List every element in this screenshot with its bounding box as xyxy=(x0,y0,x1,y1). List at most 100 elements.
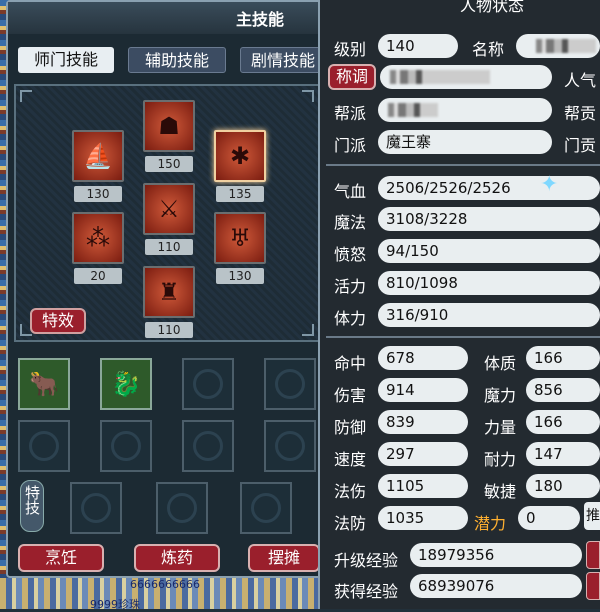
skill-mask-icon[interactable]: ♅ xyxy=(214,212,266,264)
slot-bull-skill-icon[interactable]: 🐂 xyxy=(18,358,70,410)
strength-value: 166 xyxy=(526,410,600,434)
empty-slot[interactable] xyxy=(182,358,234,410)
mp-label: 魔法 xyxy=(334,213,367,232)
level-value: 140 xyxy=(378,34,458,58)
faction-value-blurred xyxy=(378,98,552,122)
spell-defense-value: 1035 xyxy=(378,506,468,530)
empty-slot-emblem-icon xyxy=(193,369,223,399)
background-text-2: 9999珍珠 xyxy=(90,598,140,611)
strength-label: 力量 xyxy=(484,418,517,437)
constitution-value: 166 xyxy=(526,346,600,370)
empty-slot-emblem-icon xyxy=(275,431,305,461)
crystal-icon[interactable]: ✦ xyxy=(540,172,558,197)
cooking-button[interactable]: 烹饪 xyxy=(18,544,104,572)
title-value-blurred xyxy=(380,65,552,89)
anger-label: 愤怒 xyxy=(334,245,367,264)
tab-story-skills[interactable]: 剧情技能 xyxy=(240,47,326,73)
potential-label: 潜力 xyxy=(474,514,507,533)
endurance-label: 耐力 xyxy=(484,450,517,469)
potential-value: 0 xyxy=(518,506,580,530)
popularity-label: 人气 xyxy=(564,71,597,90)
potential-button[interactable]: 推 xyxy=(584,502,600,530)
hit-label: 命中 xyxy=(334,354,367,373)
level-label: 级别 xyxy=(334,40,367,59)
hit-value: 678 xyxy=(378,346,468,370)
damage-label: 伤害 xyxy=(334,386,367,405)
blurred-text xyxy=(536,39,596,53)
empty-slot-emblem-icon xyxy=(275,369,305,399)
alchemy-button[interactable]: 炼药 xyxy=(134,544,220,572)
tab-school-skills[interactable]: 师门技能 xyxy=(18,47,114,73)
stall-button[interactable]: 摆摊 xyxy=(248,544,320,572)
skill-ship-icon[interactable]: ⛵ xyxy=(72,130,124,182)
empty-slot-emblem-icon xyxy=(251,493,281,523)
spell-defense-label: 法防 xyxy=(334,514,367,533)
skill-demon-body-icon[interactable]: ♜ xyxy=(143,266,195,318)
upgrade-button[interactable] xyxy=(586,541,600,569)
vitality-value: 810/1098 xyxy=(378,271,600,295)
skill-level: 20 xyxy=(74,268,122,284)
empty-slot[interactable] xyxy=(264,420,316,472)
status-panel-title: 人物状态 xyxy=(460,0,525,15)
divider xyxy=(326,336,600,338)
background-text: 6666666666 xyxy=(130,578,200,591)
school-value: 魔王寨 xyxy=(378,130,552,154)
speed-value: 297 xyxy=(378,442,468,466)
skill-level: 110 xyxy=(145,239,193,255)
slot-beast-skill-icon[interactable]: 🐉 xyxy=(100,358,152,410)
frame-corner xyxy=(302,90,314,102)
gained-exp-value: 68939076 xyxy=(410,574,582,598)
empty-slot-emblem-icon xyxy=(111,431,141,461)
skill-level: 150 xyxy=(145,156,193,172)
skill-level: 130 xyxy=(216,268,264,284)
frame-corner xyxy=(302,324,314,336)
effect-button[interactable]: 特效 xyxy=(30,308,86,334)
contribution-label: 帮贡 xyxy=(564,104,597,123)
magic-power-value: 856 xyxy=(526,378,600,402)
upgrade-exp-value: 18979356 xyxy=(410,543,582,567)
defense-value: 839 xyxy=(378,410,468,434)
skill-level: 135 xyxy=(216,186,264,202)
vitality-label: 活力 xyxy=(334,277,367,296)
special-skill-label: 特技 xyxy=(20,480,44,532)
gained-exp-label: 获得经验 xyxy=(334,582,399,601)
blurred-text xyxy=(388,103,438,117)
special-skill-label-text: 特技 xyxy=(23,485,41,515)
skill-level: 110 xyxy=(145,322,193,338)
hp-value: 2506/2526/2526 xyxy=(378,176,600,200)
speed-label: 速度 xyxy=(334,450,367,469)
empty-slot[interactable] xyxy=(264,358,316,410)
agility-label: 敏捷 xyxy=(484,482,517,501)
special-skill-slot[interactable] xyxy=(70,482,122,534)
school-label: 门派 xyxy=(334,136,367,155)
divider xyxy=(326,164,600,166)
hp-label: 气血 xyxy=(334,182,367,201)
defense-label: 防御 xyxy=(334,418,367,437)
skill-demon-face-icon[interactable]: ☗ xyxy=(143,100,195,152)
blurred-text xyxy=(390,70,490,84)
empty-slot[interactable] xyxy=(182,420,234,472)
spell-damage-label: 法伤 xyxy=(334,482,367,501)
empty-slot[interactable] xyxy=(18,420,70,472)
empty-slot[interactable] xyxy=(100,420,152,472)
skill-slash-icon[interactable]: ⚔ xyxy=(143,183,195,235)
title-button[interactable]: 称调 xyxy=(328,64,376,90)
damage-value: 914 xyxy=(378,378,468,402)
stamina-label: 体力 xyxy=(334,309,367,328)
spell-damage-value: 1105 xyxy=(378,474,468,498)
skill-panel-title: 主技能 xyxy=(236,10,285,29)
agility-value: 180 xyxy=(526,474,600,498)
faction-label: 帮派 xyxy=(334,104,367,123)
magic-power-label: 魔力 xyxy=(484,386,517,405)
empty-slot-emblem-icon xyxy=(81,493,111,523)
upgrade-exp-label: 升级经验 xyxy=(334,551,399,570)
stamina-value: 316/910 xyxy=(378,303,600,327)
exp-convert-button[interactable] xyxy=(586,572,600,600)
skill-bugs-icon[interactable]: ⁂ xyxy=(72,212,124,264)
empty-slot-emblem-icon xyxy=(193,431,223,461)
tab-auxiliary-skills[interactable]: 辅助技能 xyxy=(128,47,226,73)
special-skill-slot[interactable] xyxy=(156,482,208,534)
skill-spider-icon[interactable]: ✱ xyxy=(214,130,266,182)
school-contribution-label: 门贡 xyxy=(564,136,597,155)
special-skill-slot[interactable] xyxy=(240,482,292,534)
